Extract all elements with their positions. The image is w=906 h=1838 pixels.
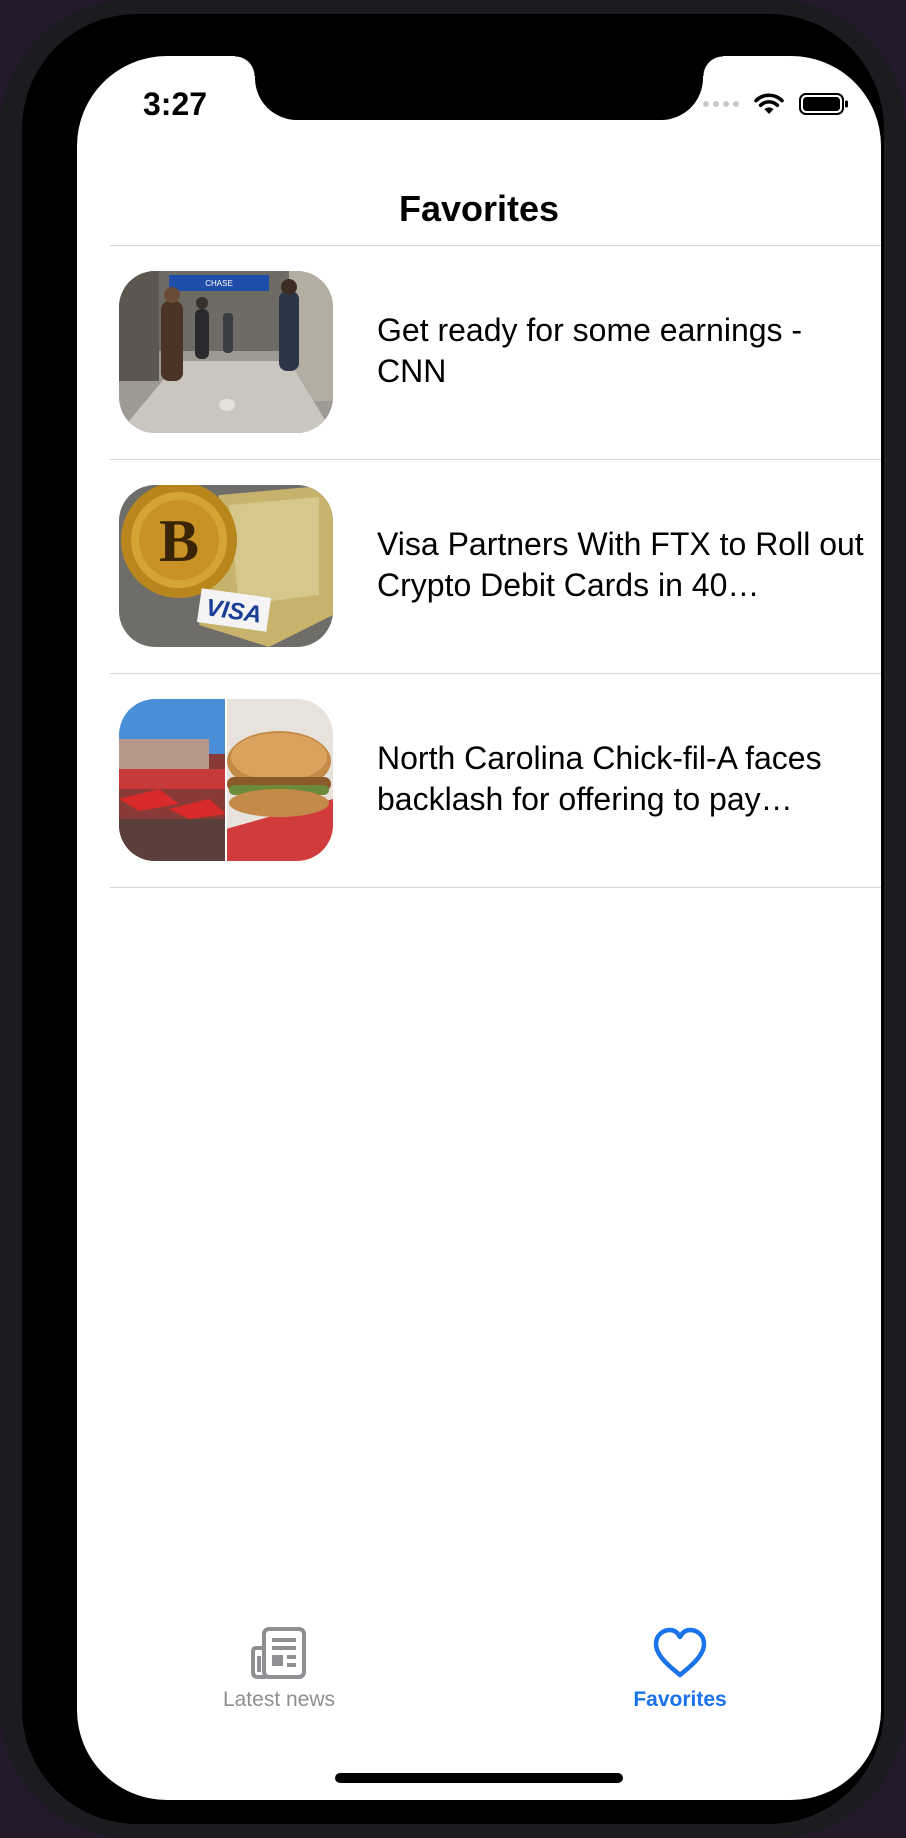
screen: 3:27 Favorites CHASE Get ready for some … xyxy=(77,56,881,1800)
battery-icon xyxy=(799,93,848,115)
list-item[interactable]: B VISA Visa Partners With FTX to Roll ou… xyxy=(77,460,881,674)
cellular-signal-icon xyxy=(703,101,739,107)
tab-favorites[interactable]: Favorites xyxy=(580,1626,780,1736)
status-icons xyxy=(703,92,849,116)
list-item[interactable]: North Carolina Chick-fil-A faces backlas… xyxy=(77,674,881,888)
tab-label: Latest news xyxy=(222,1688,336,1711)
device-bezel: 3:27 Favorites CHASE Get ready for some … xyxy=(22,14,884,1824)
article-thumbnail xyxy=(119,699,333,861)
notch xyxy=(235,56,723,120)
chick-fil-a-photo xyxy=(119,699,333,861)
newspaper-icon xyxy=(251,1627,306,1679)
list-item[interactable]: CHASE Get ready for some earnings - CNN xyxy=(77,246,881,460)
street-photo: CHASE xyxy=(119,271,333,433)
article-thumbnail: CHASE xyxy=(119,271,333,433)
home-indicator[interactable] xyxy=(335,1773,623,1783)
bitcoin-visa-photo: B VISA xyxy=(119,485,333,647)
navigation-bar: Favorites xyxy=(77,166,881,246)
tab-label: Favorites xyxy=(633,1688,727,1711)
article-title: North Carolina Chick-fil-A faces backlas… xyxy=(377,740,822,817)
device-frame: 3:27 Favorites CHASE Get ready for some … xyxy=(0,0,906,1838)
tab-latest-news[interactable]: Latest news xyxy=(179,1626,379,1736)
svg-text:B: B xyxy=(159,508,199,574)
heart-icon xyxy=(653,1627,707,1678)
favorites-list: CHASE Get ready for some earnings - CNN … xyxy=(77,246,881,888)
article-thumbnail: B VISA xyxy=(119,485,333,647)
wifi-icon xyxy=(754,93,784,114)
row-divider xyxy=(110,887,881,888)
article-title: Get ready for some earnings - CNN xyxy=(377,312,803,389)
article-title: Visa Partners With FTX to Roll out Crypt… xyxy=(377,526,864,603)
tab-bar: Latest news Favorites xyxy=(77,1626,881,1746)
status-time: 3:27 xyxy=(143,86,208,122)
page-title: Favorites xyxy=(398,188,560,229)
svg-text:CHASE: CHASE xyxy=(205,279,233,288)
